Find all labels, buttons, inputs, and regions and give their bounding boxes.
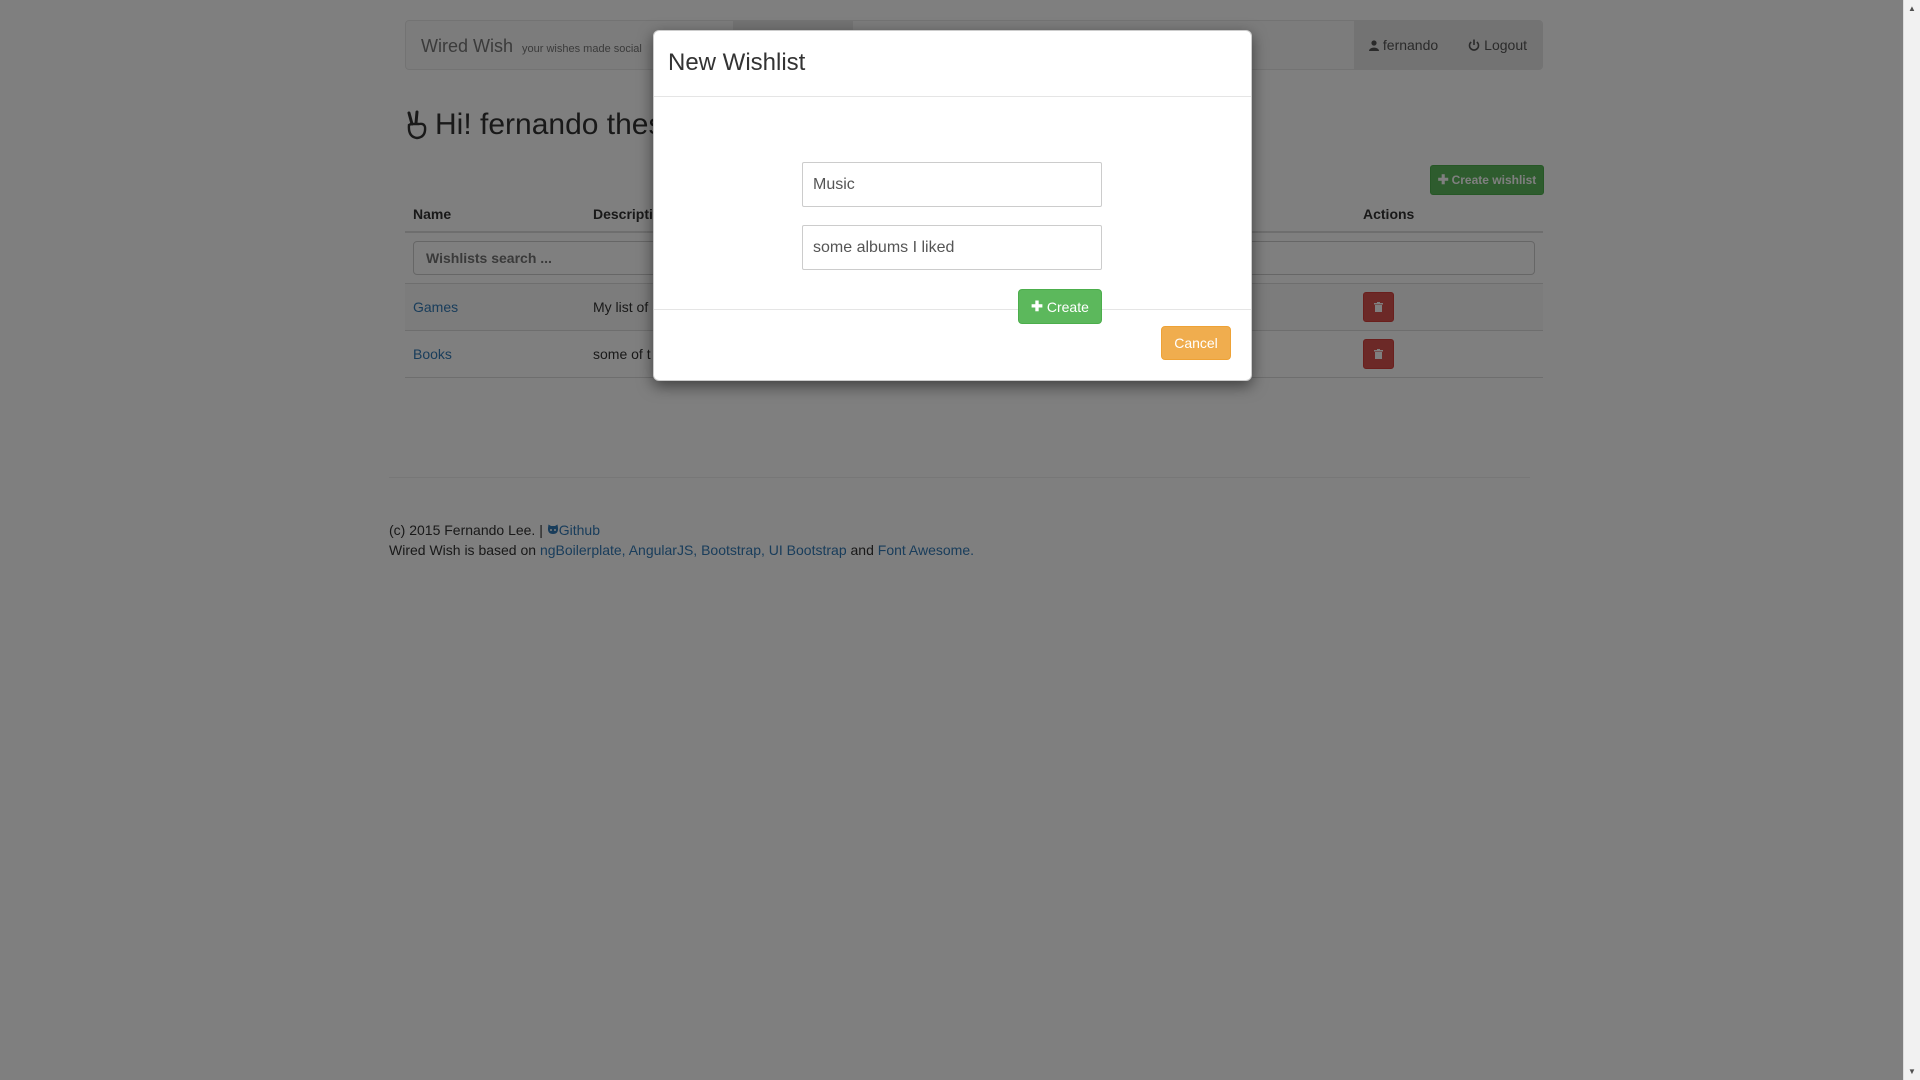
new-wishlist-modal: New Wishlist ✚ Create Cancel (653, 30, 1252, 381)
wishlist-name-input[interactable] (802, 162, 1102, 207)
scroll-down-arrow-icon[interactable]: ▼ (1908, 1067, 1916, 1076)
modal-header: New Wishlist (654, 31, 1251, 97)
plus-icon: ✚ (1031, 298, 1043, 314)
vertical-scrollbar[interactable]: ▲ ▼ (1903, 0, 1920, 1080)
wishlist-description-input[interactable] (802, 225, 1102, 270)
scroll-up-arrow-icon[interactable]: ▲ (1908, 4, 1916, 13)
create-button[interactable]: ✚ Create (1018, 289, 1102, 324)
modal-title: New Wishlist (668, 49, 806, 76)
modal-body: ✚ Create (654, 97, 1251, 324)
create-label: Create (1046, 298, 1089, 315)
cancel-button[interactable]: Cancel (1161, 326, 1231, 360)
